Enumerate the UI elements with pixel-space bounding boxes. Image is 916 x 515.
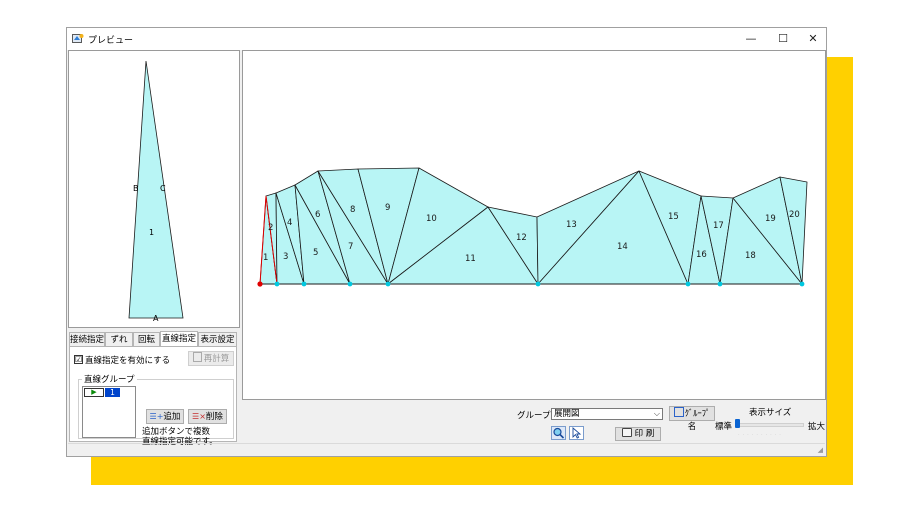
triangle-label: 14: [617, 242, 628, 252]
triangle-label: 16: [696, 250, 707, 260]
app-icon: [72, 34, 84, 43]
triangle-label: 12: [516, 233, 527, 243]
triangle-label: 4: [287, 218, 292, 228]
tab-display-settings[interactable]: 表示設定: [198, 332, 237, 346]
development-drawing: 1 2 3 4 5 6 7 8 9 10 11 12 13 14 15 16 1…: [257, 167, 808, 287]
recalculate-button[interactable]: 再計算: [188, 351, 234, 366]
minimize-button[interactable]: —: [735, 28, 767, 50]
triangle-label: 15: [668, 212, 679, 222]
triangle-label: 7: [348, 242, 353, 252]
vertex-label-a: A: [153, 314, 159, 323]
delete-list-icon: ☰×: [192, 412, 206, 421]
delete-group-label: 削除: [205, 412, 223, 422]
triangle-label: 10: [426, 214, 437, 224]
pointer-select-icon[interactable]: [569, 426, 584, 440]
display-size-slider[interactable]: [736, 423, 804, 427]
tab-offset[interactable]: ずれ: [105, 332, 133, 346]
vertex-marker: [799, 281, 805, 287]
shape-preview-canvas: B C 1 A: [128, 60, 184, 323]
close-button[interactable]: ✕: [797, 28, 829, 50]
triangle-label: 9: [385, 203, 390, 213]
tab-connection[interactable]: 接続指定: [69, 332, 105, 346]
zoom-enlarge-label: 拡大: [808, 422, 826, 432]
group-name-button[interactable]: ｸﾞﾙｰﾌﾟ名: [669, 406, 715, 432]
calculator-icon: [192, 352, 202, 362]
display-size-label: 表示サイズ: [749, 408, 792, 418]
triangle-label: 11: [465, 254, 476, 264]
shape-preview[interactable]: B C 1 A: [68, 50, 240, 328]
triangle-label: 3: [283, 252, 288, 262]
vertex-marker: [301, 281, 307, 287]
preview-window: プレビュー — ☐ ✕ B C 1 A 1 2 3 4 5 6 7 8 9 10…: [66, 27, 827, 457]
group-select-value: 展開図: [554, 409, 580, 419]
vertex-marker: [717, 281, 723, 287]
display-size-slider-thumb[interactable]: [735, 419, 740, 428]
print-label: 印 刷: [634, 429, 655, 439]
triangle-label: 19: [765, 214, 776, 224]
vertex-marker: [685, 281, 691, 287]
group-select[interactable]: 展開図 ⌵: [551, 408, 663, 420]
chevron-down-icon: ⌵: [653, 409, 660, 418]
recalculate-label: 再計算: [203, 354, 230, 364]
straight-group-list[interactable]: ▶ 1: [82, 386, 136, 438]
title-bar[interactable]: プレビュー — ☐ ✕: [67, 28, 826, 50]
enable-straight-label[interactable]: 直線指定を有効にする: [85, 354, 170, 366]
play-icon: ▶: [84, 388, 104, 397]
triangle-label: 1: [263, 253, 268, 263]
triangle-label: 5: [313, 248, 318, 258]
print-button[interactable]: 印 刷: [615, 427, 661, 441]
vertex-label-b: B: [133, 184, 139, 193]
status-bar: [68, 443, 825, 457]
enable-straight-checkbox[interactable]: ☑: [74, 355, 83, 364]
triangle-label: 17: [713, 221, 724, 231]
group-label: グループ: [517, 411, 551, 421]
straight-group-legend: 直線グループ: [82, 373, 137, 385]
rename-icon: [673, 407, 684, 417]
vertex-marker: [274, 281, 280, 287]
add-group-label: 追加: [163, 412, 181, 422]
straight-line-panel: ☑ 直線指定を有効にする 再計算 直線グループ ▶ 1 ☰+追加 ☰×削除 追加…: [69, 346, 237, 447]
printer-icon: [621, 428, 632, 437]
group-number: 1: [105, 388, 120, 397]
triangle-label: 8: [350, 205, 355, 215]
triangle-label: 20: [789, 210, 800, 220]
slider-ticks: ··········: [738, 432, 784, 438]
add-list-icon: ☰+: [149, 412, 164, 421]
start-vertex-marker: [257, 281, 263, 287]
maximize-button[interactable]: ☐: [767, 28, 799, 50]
triangle-label: 13: [566, 220, 577, 230]
list-item[interactable]: ▶ 1: [84, 388, 120, 397]
zoom-magnifier-icon[interactable]: [551, 426, 566, 440]
add-group-button[interactable]: ☰+追加: [146, 409, 184, 424]
group-name-label: ｸﾞﾙｰﾌﾟ名: [684, 409, 711, 432]
window-title: プレビュー: [88, 36, 134, 46]
vertex-marker: [535, 281, 541, 287]
settings-tabs: 接続指定 ずれ 回転 直線指定 表示設定: [69, 331, 237, 346]
tab-rotation[interactable]: 回転: [133, 332, 160, 346]
vertex-label-c: C: [160, 184, 166, 193]
vertex-marker: [385, 281, 391, 287]
development-canvas[interactable]: 1 2 3 4 5 6 7 8 9 10 11 12 13 14 15 16 1…: [242, 50, 826, 400]
triangle-label: 6: [315, 210, 320, 220]
zoom-standard-label: 標準: [715, 422, 733, 432]
vertex-marker: [347, 281, 353, 287]
tab-straight-line[interactable]: 直線指定: [160, 331, 198, 346]
triangle-label: 18: [745, 251, 756, 261]
help-note-line-1: 追加ボタンで複数: [142, 427, 211, 437]
triangle-label: 2: [268, 223, 273, 233]
face-label: 1: [149, 228, 154, 237]
resize-grip-icon[interactable]: ◢: [818, 446, 823, 454]
delete-group-button[interactable]: ☰×削除: [188, 409, 227, 424]
